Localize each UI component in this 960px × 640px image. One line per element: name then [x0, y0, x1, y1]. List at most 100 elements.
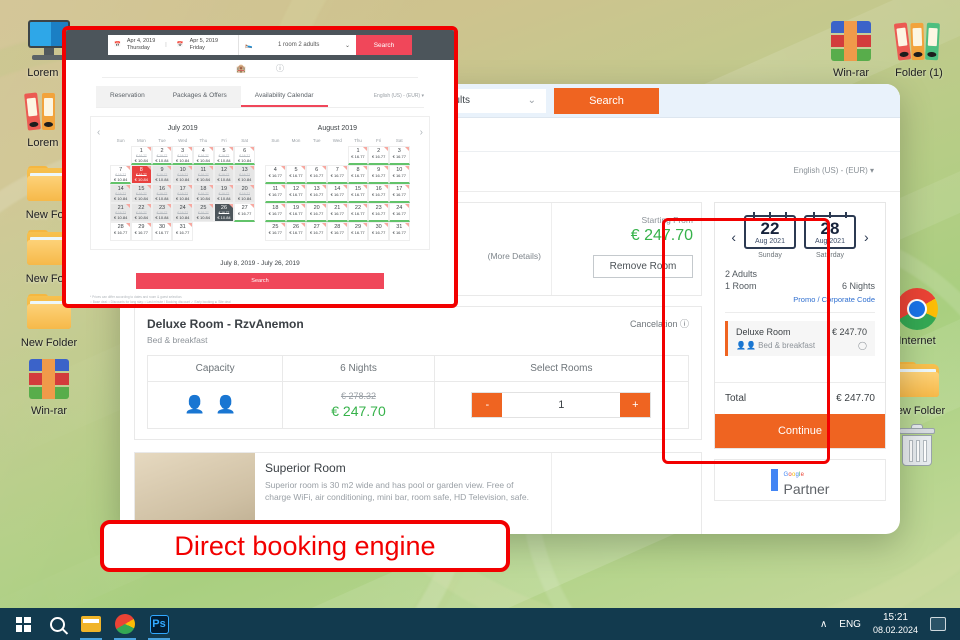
checkin-date[interactable]: 22 Aug 2021 Sunday: [744, 212, 796, 259]
popup-search-bar[interactable]: 📅 Apr 4, 2019 Thursday | 📅 Apr 5, 2019 F…: [66, 30, 454, 60]
next-date-arrow[interactable]: ›: [864, 229, 869, 245]
calendar-day-cell[interactable]: 18 € 16.77: [265, 203, 286, 222]
calendar-day-cell[interactable]: 6 € 16.77 € 10.84: [234, 146, 255, 165]
tab-availability-calendar[interactable]: Availability Calendar: [240, 86, 328, 107]
calendar-day-cell[interactable]: 11 € 16.77: [265, 184, 286, 203]
calendar-day-cell[interactable]: 2 € 16.77 € 10.84: [151, 146, 173, 165]
calendar-day-cell[interactable]: 7 € 16.77 € 10.84: [110, 165, 131, 184]
quantity-value[interactable]: 1: [502, 393, 621, 417]
calendar-day-cell[interactable]: 9 € 16.77: [368, 165, 389, 184]
prev-date-arrow[interactable]: ‹: [731, 229, 736, 245]
chrome-button[interactable]: [108, 608, 142, 640]
calendar-day-cell[interactable]: 5 € 16.77 € 10.84: [213, 146, 235, 165]
calendar-day-cell[interactable]: 18 € 16.77 € 10.84: [193, 184, 214, 203]
info-icon[interactable]: ⓘ: [276, 63, 284, 74]
calendar-day-cell[interactable]: 20 € 16.77 € 10.84: [234, 184, 255, 203]
system-tray[interactable]: ∧ ENG 15:21 08.02.2024: [820, 612, 954, 636]
calendar-day-cell[interactable]: 19 € 16.77 € 10.84: [213, 184, 235, 203]
calendar-day-cell[interactable]: 28 € 16.77: [326, 222, 348, 241]
calendar-day-cell[interactable]: 5 € 16.77: [285, 165, 307, 184]
notifications-icon[interactable]: [930, 617, 946, 631]
calendar-day-cell[interactable]: 29 € 16.77: [131, 222, 152, 241]
calendar-day-cell[interactable]: 8 € 16.77 € 10.84: [131, 165, 152, 184]
calendar-day-cell[interactable]: 12 € 16.77 € 10.84: [213, 165, 235, 184]
calendar-day-cell[interactable]: 16 € 16.77 € 10.84: [151, 184, 173, 203]
month-grid[interactable]: Sun Mon Tue Wed Thu Fri Sat 1 € 16.77 2 € 16.77 3 € …: [265, 138, 410, 241]
month-grid[interactable]: Sun Mon Tue Wed Thu Fri Sat 1 € 16.77 € 10.84 2 € 1…: [110, 138, 255, 241]
language-indicator[interactable]: ENG: [839, 619, 861, 630]
calendar-day-cell[interactable]: 1 € 16.77: [347, 146, 369, 165]
calendar-day-cell[interactable]: 25 € 16.77: [265, 222, 286, 241]
calendar-day-cell[interactable]: 27 € 16.77: [234, 203, 255, 222]
calendar-day-cell[interactable]: 23 € 16.77 € 10.84: [151, 203, 173, 222]
availability-calendar-popup[interactable]: 📅 Apr 4, 2019 Thursday | 📅 Apr 5, 2019 F…: [62, 26, 458, 308]
calendar-day-cell[interactable]: 15 € 16.77 € 10.84: [131, 184, 152, 203]
calendar-day-cell[interactable]: 11 € 16.77 € 10.84: [193, 165, 214, 184]
checkout-date[interactable]: 28 Aug 2021 Saturday: [804, 212, 856, 259]
calendar-day-cell[interactable]: 22 € 16.77 € 10.84: [131, 203, 152, 222]
calendar-day-cell[interactable]: 31 € 16.77: [388, 222, 410, 241]
language-selector[interactable]: English (US) - (EUR) ▾: [794, 166, 874, 175]
calendar-day-cell[interactable]: 2 € 16.77: [368, 146, 389, 165]
calendar-day-cell[interactable]: 6 € 16.77: [306, 165, 327, 184]
search-button[interactable]: [40, 608, 74, 640]
decrement-button[interactable]: -: [472, 393, 503, 417]
chevron-down-icon[interactable]: ⌄: [528, 95, 536, 106]
calendar-day-cell[interactable]: 4 € 16.77 € 10.84: [193, 146, 214, 165]
calendar-day-cell[interactable]: 21 € 16.77: [326, 203, 348, 222]
calendar-day-cell[interactable]: 24 € 16.77: [388, 203, 410, 222]
calendar-day-cell[interactable]: 15 € 16.77: [347, 184, 369, 203]
checkin-field[interactable]: 📅 Apr 4, 2019 Thursday | 📅 Apr 5, 2019 F…: [108, 35, 238, 55]
calendar-day-cell[interactable]: 30 € 16.77: [151, 222, 173, 241]
stay-dates[interactable]: ‹ 22 Aug 2021 Sunday 28 Aug 2021 Saturda…: [715, 203, 885, 263]
calendar-day-cell[interactable]: 1 € 16.77 € 10.84: [131, 146, 152, 165]
start-button[interactable]: [6, 608, 40, 640]
calendar-day-cell[interactable]: 26 € 16.77 € 10.84: [213, 203, 235, 222]
search-button[interactable]: Search: [554, 87, 659, 114]
info-icon[interactable]: ⓘ: [680, 319, 689, 329]
calendar-day-cell[interactable]: 8 € 16.77: [347, 165, 369, 184]
calendar-day-cell[interactable]: 12 € 16.77: [285, 184, 307, 203]
desktop-icon-folder-1[interactable]: Folder (1): [876, 18, 960, 80]
calendar-day-cell[interactable]: 26 € 16.77: [285, 222, 307, 241]
calendar-day-cell[interactable]: 13 € 16.77 € 10.84: [234, 165, 255, 184]
prev-month-button[interactable]: ‹: [97, 125, 100, 138]
increment-button[interactable]: +: [620, 393, 651, 417]
calendar-day-cell[interactable]: 4 € 16.77: [265, 165, 286, 184]
calendar-day-cell[interactable]: 19 € 16.77: [285, 203, 307, 222]
taskbar[interactable]: Ps ∧ ENG 15:21 08.02.2024: [0, 608, 960, 640]
continue-button[interactable]: Continue: [715, 414, 885, 448]
calendar-day-cell[interactable]: 17 € 16.77: [388, 184, 410, 203]
remove-room-button[interactable]: Remove Room: [593, 255, 693, 278]
cancelation-info[interactable]: Cancelation ⓘ: [630, 317, 689, 330]
calendar-day-cell[interactable]: 17 € 16.77 € 10.84: [172, 184, 193, 203]
tab-reservation[interactable]: Reservation: [96, 86, 159, 107]
calendar-day-cell[interactable]: 3 € 16.77: [388, 146, 410, 165]
calendar-day-cell[interactable]: 22 € 16.77: [347, 203, 369, 222]
hotel-icon[interactable]: 🏨: [236, 64, 246, 73]
calendar-day-cell[interactable]: 10 € 16.77 € 10.84: [172, 165, 193, 184]
calendar-day-cell[interactable]: 25 € 16.77 € 10.84: [193, 203, 214, 222]
remove-item-icon[interactable]: ◯: [858, 341, 867, 350]
popup-search-button[interactable]: Search: [356, 35, 412, 55]
popup-language-selector[interactable]: English (US) - (EUR) ▾: [374, 86, 424, 107]
calendar-day-cell[interactable]: 30 € 16.77: [368, 222, 389, 241]
popup-search-submit[interactable]: Search: [136, 273, 384, 289]
calendar-day-cell[interactable]: 20 € 16.77: [306, 203, 327, 222]
calendar-day-cell[interactable]: 14 € 16.77 € 10.84: [110, 184, 131, 203]
calendar-day-cell[interactable]: 16 € 16.77: [368, 184, 389, 203]
calendar-day-cell[interactable]: 7 € 16.77: [326, 165, 348, 184]
calendar-day-cell[interactable]: 10 € 16.77: [388, 165, 410, 184]
calendar-day-cell[interactable]: 3 € 16.77 € 10.84: [172, 146, 193, 165]
booking-summary-panel[interactable]: ‹ 22 Aug 2021 Sunday 28 Aug 2021 Saturda…: [714, 202, 886, 449]
popup-tab-bar[interactable]: Reservation Packages & Offers Availabili…: [96, 86, 424, 108]
tab-packages-offers[interactable]: Packages & Offers: [158, 86, 241, 107]
calendar-day-cell[interactable]: 23 € 16.77: [368, 203, 389, 222]
photoshop-button[interactable]: Ps: [142, 608, 176, 640]
calendar-day-cell[interactable]: 27 € 16.77: [306, 222, 327, 241]
calendar-day-cell[interactable]: 29 € 16.77: [347, 222, 369, 241]
calendar-day-cell[interactable]: 13 € 16.77: [306, 184, 327, 203]
calendar-day-cell[interactable]: 14 € 16.77: [326, 184, 348, 203]
quantity-stepper[interactable]: - 1 +: [471, 392, 652, 418]
calendar-day-cell[interactable]: 28 € 16.77: [110, 222, 131, 241]
